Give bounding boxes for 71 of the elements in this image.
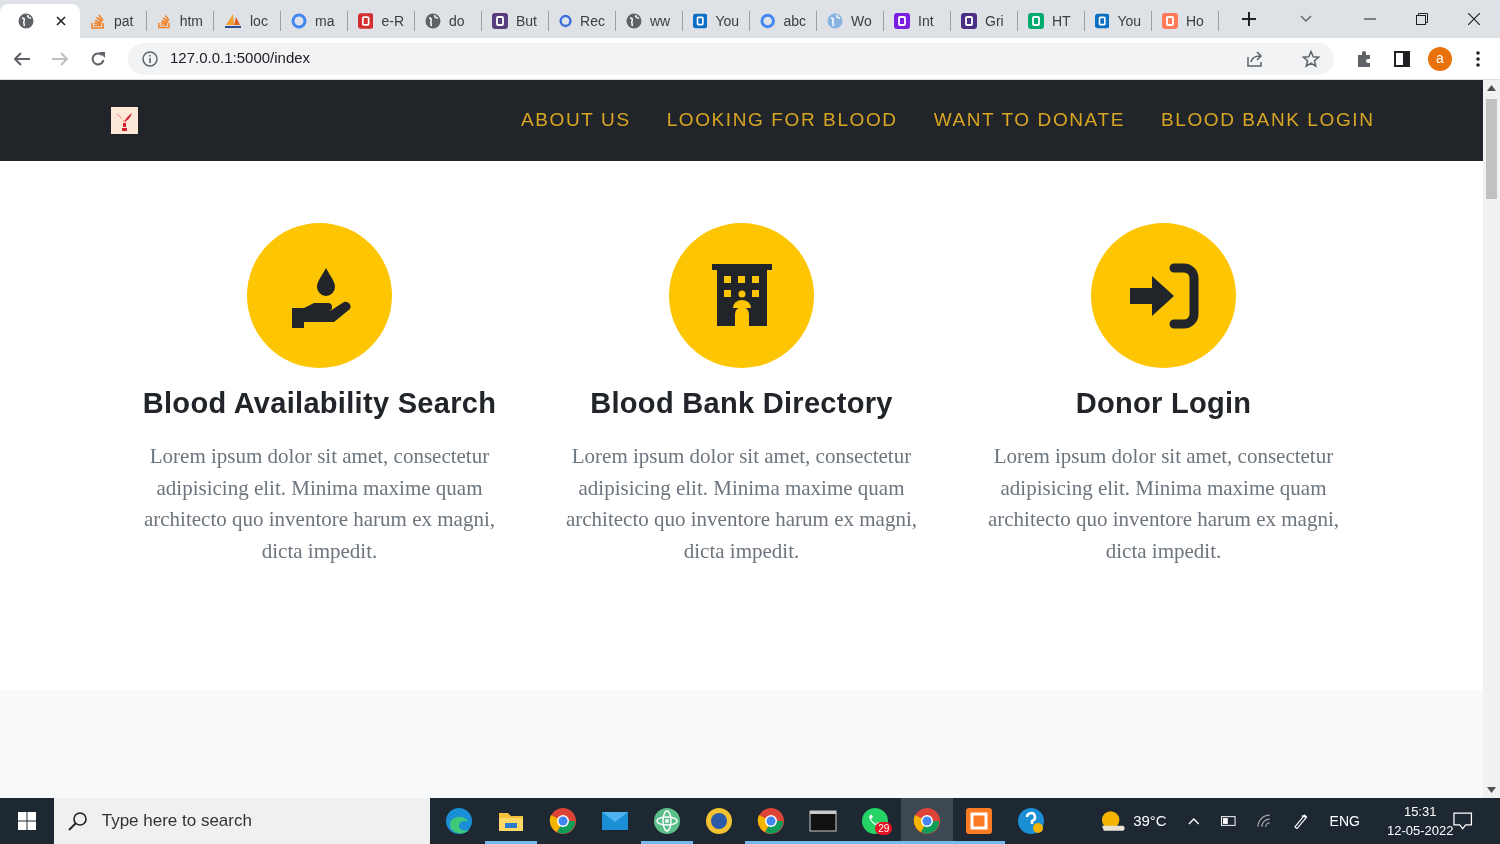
scroll-up-icon[interactable] xyxy=(1487,85,1496,91)
search-box[interactable]: Type here to search xyxy=(53,798,431,844)
back-arrow-icon[interactable] xyxy=(14,51,30,66)
browser-tab[interactable]: loc xyxy=(214,4,280,38)
feature-title: Donor Login xyxy=(1074,386,1253,421)
atom-icon xyxy=(652,805,683,836)
scroll-down-icon[interactable] xyxy=(1487,787,1496,793)
circle-logo-icon xyxy=(756,805,787,836)
xampp-icon xyxy=(964,805,995,836)
restore-icon[interactable] xyxy=(1416,13,1428,25)
search-icon xyxy=(67,811,88,831)
close-icon[interactable] xyxy=(1468,13,1480,25)
swirl-icon xyxy=(444,805,475,836)
browser-tab[interactable] xyxy=(0,4,80,38)
feature-title: Blood Availability Search xyxy=(141,386,498,421)
browser-tab[interactable]: abc xyxy=(750,4,816,38)
wifi-icon[interactable] xyxy=(1255,814,1272,828)
star-icon[interactable] xyxy=(1302,49,1320,68)
nav-link[interactable]: BLOOD BANK LOGIN xyxy=(1142,106,1375,135)
logo[interactable] xyxy=(110,107,138,134)
feature-text: Lorem ipsum dolor sit amet, consectetur adipisicing elit. Minima maxime quam architecto quo inventore harum ex magni, dicta impedit. xyxy=(986,442,1340,565)
round-app-icon xyxy=(704,805,735,836)
nav-link[interactable]: ABOUT US xyxy=(503,106,649,135)
puzzle-icon[interactable] xyxy=(1355,49,1373,68)
menu-dots-icon[interactable] xyxy=(1476,50,1480,67)
browser-tab[interactable]: ma xyxy=(281,4,347,38)
browser-tab[interactable]: But xyxy=(482,4,548,38)
browser-tab[interactable]: You xyxy=(1085,4,1151,38)
browser-tab[interactable]: e-R xyxy=(348,4,414,38)
browser-tab[interactable]: Ho xyxy=(1152,4,1218,38)
weather-icon[interactable] xyxy=(1100,810,1126,832)
reload-icon[interactable] xyxy=(90,50,106,67)
search-field[interactable]: Type here to search xyxy=(99,807,431,835)
address-bar[interactable]: 127.0.0.1:5000/index xyxy=(128,42,1334,75)
nav-link[interactable]: LOOKING FOR BLOOD xyxy=(648,106,916,135)
browser-tab[interactable]: htm xyxy=(147,4,213,38)
chevron-up-icon[interactable] xyxy=(1188,817,1200,825)
chevron-down-icon[interactable] xyxy=(1300,15,1312,23)
notification-icon[interactable] xyxy=(1453,811,1473,831)
side-panel-icon[interactable] xyxy=(1394,50,1410,67)
help-icon xyxy=(1016,805,1047,836)
clock-date: 12-05-2022 xyxy=(1386,822,1454,840)
notification-badge: 29 xyxy=(875,822,893,835)
windows-icon[interactable] xyxy=(17,812,36,830)
browser-tab[interactable]: Rec xyxy=(549,4,615,38)
feature-title: Blood Bank Directory xyxy=(589,386,894,421)
nav-link[interactable]: WANT TO DONATE xyxy=(915,106,1143,135)
scrollbar[interactable] xyxy=(1483,80,1500,798)
share-icon[interactable] xyxy=(1246,50,1264,67)
browser-tab[interactable]: Gri xyxy=(951,4,1017,38)
close-icon[interactable] xyxy=(56,16,66,26)
browser-tab[interactable]: do xyxy=(415,4,481,38)
browser-tab[interactable]: pat xyxy=(80,4,146,38)
scrollbar-thumb[interactable] xyxy=(1486,99,1497,199)
browser-tab[interactable]: Wo xyxy=(817,4,883,38)
pen-icon[interactable] xyxy=(1292,813,1309,829)
feature-text: Lorem ipsum dolor sit amet, consectetur adipisicing elit. Minima maxime quam architecto quo inventore harum ex magni, dicta impedit. xyxy=(564,442,918,565)
browser-tab[interactable]: ww xyxy=(616,4,682,38)
circle-logo-icon xyxy=(912,805,943,836)
circle-logo-icon xyxy=(548,805,579,836)
temperature: 39°C xyxy=(1133,810,1167,831)
info-icon xyxy=(142,50,158,67)
battery-icon[interactable] xyxy=(1221,816,1237,826)
plus-icon[interactable] xyxy=(1242,12,1256,26)
clock-time: 15:31 xyxy=(1402,803,1438,821)
feature-text: Lorem ipsum dolor sit amet, consectetur adipisicing elit. Minima maxime quam architecto quo inventore harum ex magni, dicta impedit. xyxy=(142,442,496,565)
url-text: 127.0.0.1:5000/index xyxy=(170,48,311,69)
browser-tab[interactable]: HT xyxy=(1018,4,1084,38)
browser-tab[interactable]: Int xyxy=(884,4,950,38)
language-indicator[interactable]: ENG xyxy=(1329,810,1360,832)
browser-tab[interactable]: You xyxy=(683,4,749,38)
